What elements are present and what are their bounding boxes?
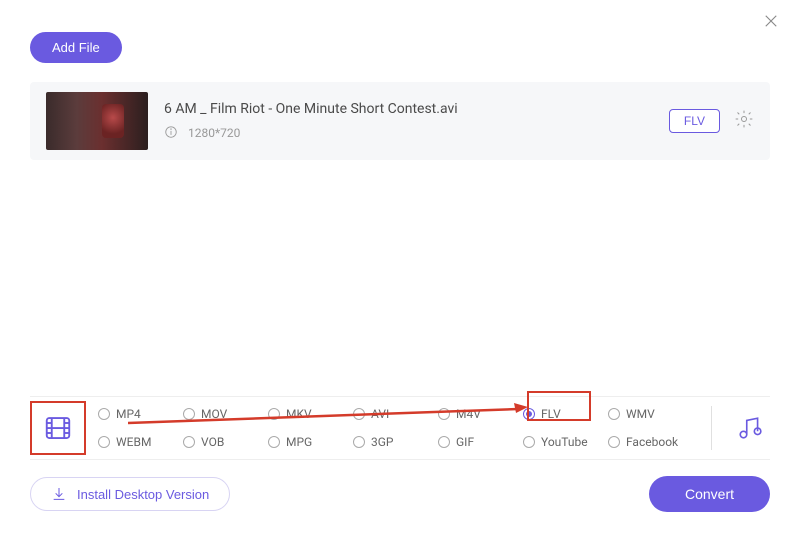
- format-option-facebook[interactable]: Facebook: [608, 430, 693, 454]
- format-label: YouTube: [541, 435, 588, 449]
- format-option-mpg[interactable]: MPG: [268, 430, 353, 454]
- format-label: M4V: [456, 407, 481, 421]
- radio-icon: [608, 408, 620, 420]
- format-label: WMV: [626, 407, 655, 421]
- format-label: MKV: [286, 407, 312, 421]
- file-item: 6 AM _ Film Riot - One Minute Short Cont…: [30, 82, 770, 160]
- radio-icon: [183, 408, 195, 420]
- format-option-mkv[interactable]: MKV: [268, 402, 353, 426]
- format-label: VOB: [201, 435, 224, 449]
- audio-formats-tab[interactable]: [730, 415, 770, 441]
- format-option-youtube[interactable]: YouTube: [523, 430, 608, 454]
- radio-icon: [353, 408, 365, 420]
- format-label: FLV: [541, 407, 561, 421]
- file-thumbnail[interactable]: [46, 92, 148, 150]
- format-label: MP4: [116, 407, 141, 421]
- format-option-gif[interactable]: GIF: [438, 430, 523, 454]
- panel-divider: [711, 406, 712, 450]
- install-desktop-label: Install Desktop Version: [77, 487, 209, 502]
- format-label: 3GP: [371, 435, 394, 449]
- radio-icon: [438, 408, 450, 420]
- format-option-vob[interactable]: VOB: [183, 430, 268, 454]
- radio-icon: [183, 436, 195, 448]
- file-resolution: 1280*720: [188, 126, 240, 140]
- radio-icon: [268, 436, 280, 448]
- install-desktop-button[interactable]: Install Desktop Version: [30, 477, 230, 511]
- radio-icon: [353, 436, 365, 448]
- video-formats-tab[interactable]: [30, 401, 86, 455]
- format-option-mov[interactable]: MOV: [183, 402, 268, 426]
- format-option-3gp[interactable]: 3GP: [353, 430, 438, 454]
- format-label: MOV: [201, 407, 227, 421]
- radio-icon: [268, 408, 280, 420]
- format-option-wmv[interactable]: WMV: [608, 402, 693, 426]
- format-option-mp4[interactable]: MP4: [98, 402, 183, 426]
- info-icon[interactable]: [164, 125, 178, 142]
- format-panel: MP4 MOV MKV AVI M4V FLV WMV WEBM VOB MPG 3GP GIF You…: [30, 396, 770, 460]
- add-file-button[interactable]: Add File: [30, 32, 122, 63]
- format-option-flv[interactable]: FLV: [523, 402, 608, 426]
- radio-icon: [523, 436, 535, 448]
- format-label: MPG: [286, 435, 312, 449]
- format-label: WEBM: [116, 435, 151, 449]
- radio-icon: [438, 436, 450, 448]
- format-label: GIF: [456, 435, 474, 449]
- radio-icon: [98, 436, 110, 448]
- format-option-m4v[interactable]: M4V: [438, 402, 523, 426]
- close-button[interactable]: [762, 12, 780, 34]
- radio-icon: [98, 408, 110, 420]
- radio-icon: [608, 436, 620, 448]
- radio-icon: [523, 408, 535, 420]
- output-format-button[interactable]: FLV: [669, 109, 720, 133]
- format-option-avi[interactable]: AVI: [353, 402, 438, 426]
- file-title: 6 AM _ Film Riot - One Minute Short Cont…: [164, 101, 669, 117]
- format-label: Facebook: [626, 435, 678, 449]
- convert-button[interactable]: Convert: [649, 476, 770, 512]
- settings-button[interactable]: [734, 109, 754, 133]
- format-option-webm[interactable]: WEBM: [98, 430, 183, 454]
- format-label: AVI: [371, 407, 389, 421]
